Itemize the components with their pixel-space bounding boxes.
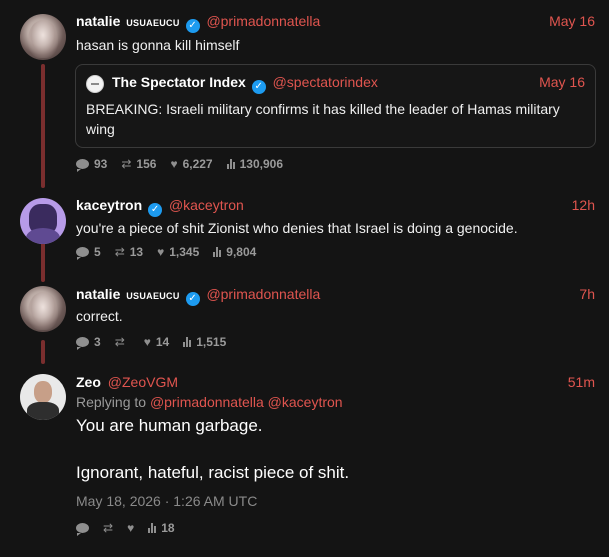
display-name[interactable]: Zeo bbox=[76, 374, 101, 390]
reply-icon bbox=[76, 523, 89, 536]
views-button[interactable]: 18 bbox=[148, 521, 175, 535]
post-text-line-1: You are human garbage. bbox=[76, 416, 263, 435]
replying-handle[interactable]: @kaceytron bbox=[268, 394, 343, 410]
repost-icon: ⇄ bbox=[114, 335, 125, 349]
avatar[interactable] bbox=[20, 198, 66, 244]
views-icon bbox=[148, 523, 157, 533]
avatar[interactable] bbox=[20, 374, 66, 420]
post-text: correct. bbox=[76, 308, 123, 324]
display-name[interactable]: natalie bbox=[76, 286, 120, 302]
like-icon: ♥ bbox=[127, 521, 135, 535]
views-count: 18 bbox=[161, 521, 175, 535]
repost-count: 13 bbox=[129, 245, 144, 259]
post-time[interactable]: 12h bbox=[572, 197, 595, 213]
views-icon bbox=[213, 247, 222, 257]
like-icon: ♥ bbox=[143, 335, 151, 349]
replying-prefix: Replying to bbox=[76, 394, 147, 410]
verified-icon: ✓ bbox=[148, 203, 163, 217]
display-name[interactable]: natalie bbox=[76, 13, 120, 29]
quote-display-name[interactable]: The Spectator Index bbox=[112, 74, 246, 90]
user-handle[interactable]: @ZeoVGM bbox=[108, 374, 178, 390]
display-name[interactable]: kaceytron bbox=[76, 197, 142, 213]
post-natalie-2[interactable]: natalie USUAEUCU ✓ @primadonnatella 7h c… bbox=[0, 275, 609, 360]
reply-button[interactable]: 5 bbox=[76, 245, 101, 260]
reply-button[interactable]: 3 bbox=[76, 335, 101, 350]
reply-icon bbox=[76, 159, 89, 172]
reply-button[interactable] bbox=[76, 523, 89, 536]
views-count: 1,515 bbox=[196, 335, 227, 349]
repost-button[interactable]: ⇄ bbox=[115, 335, 130, 349]
reply-count: 93 bbox=[94, 157, 108, 171]
reply-button[interactable]: 93 bbox=[76, 157, 108, 172]
post-actions: ⇄ ♥ 18 bbox=[76, 521, 175, 536]
verified-icon: ✓ bbox=[185, 292, 200, 306]
like-button[interactable]: ♥ 14 bbox=[144, 335, 169, 349]
post-timestamp[interactable]: May 18, 2026 · 1:26 AM UTC bbox=[76, 493, 257, 509]
reply-icon bbox=[76, 337, 89, 350]
post-header: kaceytron ✓ @kaceytron bbox=[76, 197, 244, 217]
repost-button[interactable]: ⇄ 13 bbox=[115, 245, 143, 259]
repost-button[interactable]: ⇄ bbox=[103, 521, 113, 535]
post-actions: 5 ⇄ 13 ♥ 1,345 9,804 bbox=[76, 245, 256, 260]
repost-button[interactable]: ⇄ 156 bbox=[121, 157, 156, 171]
quoted-post[interactable]: The Spectator Index ✓ @spectatorindex Ma… bbox=[75, 64, 596, 148]
views-count: 9,804 bbox=[226, 245, 257, 259]
post-header: natalie USUAEUCU ✓ @primadonnatella bbox=[76, 13, 320, 33]
reply-count: 5 bbox=[94, 245, 101, 259]
quote-handle[interactable]: @spectatorindex bbox=[273, 74, 378, 90]
thread: natalie USUAEUCU ✓ @primadonnatella May … bbox=[0, 0, 609, 557]
post-text: you're a piece of shit Zionist who denie… bbox=[76, 220, 518, 236]
post-header: Zeo @ZeoVGM bbox=[76, 374, 178, 390]
post-text-line-2: Ignorant, hateful, racist piece of shit. bbox=[76, 463, 350, 482]
post-kaceytron[interactable]: kaceytron ✓ @kaceytron 12h you're a piec… bbox=[0, 188, 609, 270]
post-time[interactable]: 7h bbox=[579, 286, 595, 302]
views-icon bbox=[226, 159, 235, 169]
like-icon: ♥ bbox=[170, 157, 178, 171]
post-actions: 3 ⇄ ♥ 14 1,515 bbox=[76, 335, 226, 350]
like-button[interactable]: ♥ 6,227 bbox=[170, 157, 212, 171]
verified-icon: ✓ bbox=[185, 19, 200, 33]
replying-to: Replying to @primadonnatella @kaceytron bbox=[76, 394, 343, 410]
like-icon: ♥ bbox=[157, 245, 165, 259]
post-header: natalie USUAEUCU ✓ @primadonnatella bbox=[76, 286, 320, 306]
avatar[interactable] bbox=[20, 14, 66, 60]
like-button[interactable]: ♥ bbox=[127, 521, 134, 535]
views-button[interactable]: 130,906 bbox=[226, 157, 283, 171]
post-natalie-1[interactable]: natalie USUAEUCU ✓ @primadonnatella May … bbox=[0, 0, 609, 185]
post-actions: 93 ⇄ 156 ♥ 6,227 130,906 bbox=[76, 157, 283, 172]
like-button[interactable]: ♥ 1,345 bbox=[157, 245, 199, 259]
user-handle[interactable]: @kaceytron bbox=[169, 197, 244, 213]
like-count: 6,227 bbox=[182, 157, 213, 171]
views-button[interactable]: 1,515 bbox=[183, 335, 226, 349]
views-icon bbox=[183, 337, 192, 347]
quote-time[interactable]: May 16 bbox=[539, 74, 585, 90]
quote-text: BREAKING: Israeli military confirms it h… bbox=[86, 101, 560, 137]
post-text: hasan is gonna kill himself bbox=[76, 37, 240, 53]
views-count: 130,906 bbox=[239, 157, 283, 171]
flag-emoji-text: USUAEUCU bbox=[126, 291, 180, 301]
like-count: 1,345 bbox=[169, 245, 200, 259]
avatar[interactable] bbox=[20, 286, 66, 332]
reply-count: 3 bbox=[94, 335, 101, 349]
post-time[interactable]: 51m bbox=[568, 374, 595, 390]
flag-emoji-text: USUAEUCU bbox=[126, 18, 180, 28]
user-handle[interactable]: @primadonnatella bbox=[206, 13, 320, 29]
user-handle[interactable]: @primadonnatella bbox=[206, 286, 320, 302]
repost-icon: ⇄ bbox=[121, 157, 132, 171]
repost-count: 156 bbox=[136, 157, 157, 171]
repost-icon: ⇄ bbox=[103, 521, 114, 535]
reply-icon bbox=[76, 247, 89, 260]
spectator-logo-icon bbox=[86, 75, 104, 93]
repost-icon: ⇄ bbox=[114, 245, 125, 259]
like-count: 14 bbox=[155, 335, 170, 349]
quote-header: The Spectator Index ✓ @spectatorindex bbox=[112, 74, 378, 94]
post-time[interactable]: May 16 bbox=[549, 13, 595, 29]
replying-handle[interactable]: @primadonnatella bbox=[150, 394, 264, 410]
verified-icon: ✓ bbox=[251, 80, 266, 94]
views-button[interactable]: 9,804 bbox=[213, 245, 256, 259]
